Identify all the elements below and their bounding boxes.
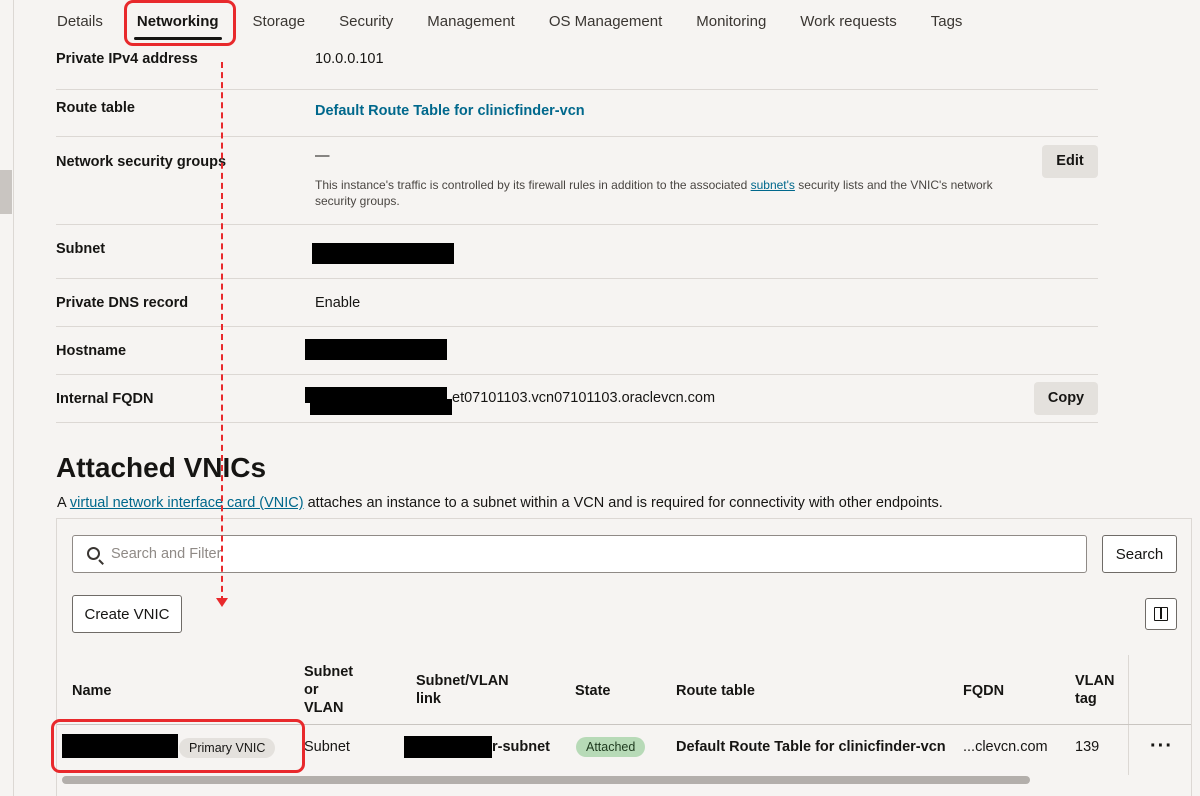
route-table-link[interactable]: Default Route Table for clinicfinder-vcn	[315, 103, 585, 119]
private-ipv4-label: Private IPv4 address	[56, 51, 198, 67]
subnet-link[interactable]: subnet's	[751, 178, 795, 192]
primary-vnic-badge: Primary VNIC	[179, 738, 276, 758]
tab-storage[interactable]: Storage	[236, 0, 323, 44]
private-ipv4-value: 10.0.0.101	[315, 51, 384, 67]
column-toggle-button[interactable]	[1145, 598, 1177, 630]
desc-prefix: A	[57, 495, 70, 511]
col-subnet-or-vlan-line2: or	[304, 682, 319, 698]
nsg-help-text: This instance's traffic is controlled by…	[315, 177, 1035, 209]
attached-status-badge: Attached	[576, 737, 646, 757]
desc-suffix: attaches an instance to a subnet within …	[303, 495, 943, 511]
actions-column-divider	[1128, 655, 1129, 775]
vnic-doc-link[interactable]: virtual network interface card (VNIC)	[70, 495, 304, 511]
fqdn-label: Internal FQDN	[56, 391, 154, 407]
hostname-redacted	[305, 339, 447, 360]
tab-management[interactable]: Management	[410, 0, 532, 44]
hostname-label: Hostname	[56, 343, 127, 359]
row-hostname: Hostname	[56, 327, 1098, 375]
row-private-ipv4: Private IPv4 address 10.0.0.101	[56, 44, 1098, 90]
create-vnic-button[interactable]: Create VNIC	[72, 595, 182, 633]
row-subnet: Subnet	[56, 225, 1098, 279]
tab-monitoring[interactable]: Monitoring	[679, 0, 783, 44]
private-dns-label: Private DNS record	[56, 295, 189, 311]
col-subnet-or-vlan-line1: Subnet	[304, 664, 354, 680]
col-header-vlan-tag[interactable]: VLAN tag	[1075, 672, 1114, 708]
row-subnet-link[interactable]: r-subnet	[492, 739, 550, 755]
tab-networking[interactable]: Networking	[120, 0, 236, 44]
table-header-divider	[57, 724, 1191, 725]
subnet-redacted	[312, 243, 454, 264]
tab-details[interactable]: Details	[40, 0, 120, 44]
networking-details: Private IPv4 address 10.0.0.101 Route ta…	[56, 44, 1098, 423]
vnic-name-redacted[interactable]	[62, 734, 178, 758]
fqdn-redacted-2	[310, 399, 452, 415]
tab-work-requests[interactable]: Work requests	[783, 0, 913, 44]
col-header-name[interactable]: Name	[72, 682, 112, 700]
row-route-table: Route table Default Route Table for clin…	[56, 90, 1098, 137]
tab-tags[interactable]: Tags	[914, 0, 980, 44]
route-table-label: Route table	[56, 100, 135, 116]
row-vlan-tag: 139	[1075, 739, 1100, 755]
row-internal-fqdn: Internal FQDN et07101103.vcn07101103.ora…	[56, 375, 1098, 423]
nsg-label: Network security groups	[56, 154, 227, 170]
col-vlan-tag-line1: VLAN	[1075, 673, 1115, 689]
col-header-subnet-or-vlan[interactable]: Subnet or VLAN	[304, 663, 353, 717]
fqdn-value: et07101103.vcn07101103.oraclevcn.com	[452, 390, 716, 406]
col-link-line1: Subnet/VLAN	[416, 673, 509, 689]
search-box	[72, 535, 1087, 573]
row-private-dns: Private DNS record Enable	[56, 279, 1098, 327]
col-header-fqdn[interactable]: FQDN	[963, 682, 1004, 700]
search-icon	[87, 547, 100, 560]
row-fqdn: ...clevcn.com	[963, 739, 1048, 755]
nsg-help-prefix: This instance's traffic is controlled by…	[315, 178, 751, 192]
tab-os-management[interactable]: OS Management	[532, 0, 679, 44]
row-route-table-link[interactable]: Default Route Table for clinicfinder-vcn	[676, 739, 946, 755]
col-link-line2: link	[416, 691, 441, 707]
search-button[interactable]: Search	[1102, 535, 1177, 573]
table-horizontal-scrollbar[interactable]	[62, 776, 1030, 784]
subnet-label: Subnet	[56, 241, 106, 257]
tab-bar: Details Networking Storage Security Mana…	[40, 0, 979, 44]
col-subnet-or-vlan-line3: VLAN	[304, 700, 344, 716]
attached-vnics-heading: Attached VNICs	[56, 452, 267, 483]
annotation-arrow-head	[216, 598, 228, 607]
row-network-security-groups: Network security groups — This instance'…	[56, 137, 1098, 225]
col-vlan-tag-line2: tag	[1075, 691, 1097, 707]
columns-icon	[1154, 607, 1168, 621]
row-actions-menu-icon[interactable]: ···	[1150, 735, 1173, 758]
left-scroll-thumb[interactable]	[0, 170, 12, 214]
copy-button[interactable]: Copy	[1034, 382, 1098, 415]
search-input[interactable]	[111, 536, 1071, 572]
left-scroll-rail	[0, 0, 14, 796]
row-subnet-or-vlan: Subnet	[304, 739, 350, 755]
nsg-value: —	[315, 148, 330, 164]
col-header-state[interactable]: State	[575, 682, 610, 700]
col-header-subnet-vlan-link[interactable]: Subnet/VLAN link	[416, 672, 509, 708]
edit-button[interactable]: Edit	[1042, 145, 1098, 178]
subnet-link-redacted[interactable]	[404, 736, 492, 758]
col-header-route-table[interactable]: Route table	[676, 682, 755, 700]
private-dns-value: Enable	[315, 295, 361, 311]
annotation-dashed-arrow	[221, 62, 223, 602]
tab-security[interactable]: Security	[322, 0, 410, 44]
attached-vnics-description: A virtual network interface card (VNIC) …	[57, 495, 943, 511]
